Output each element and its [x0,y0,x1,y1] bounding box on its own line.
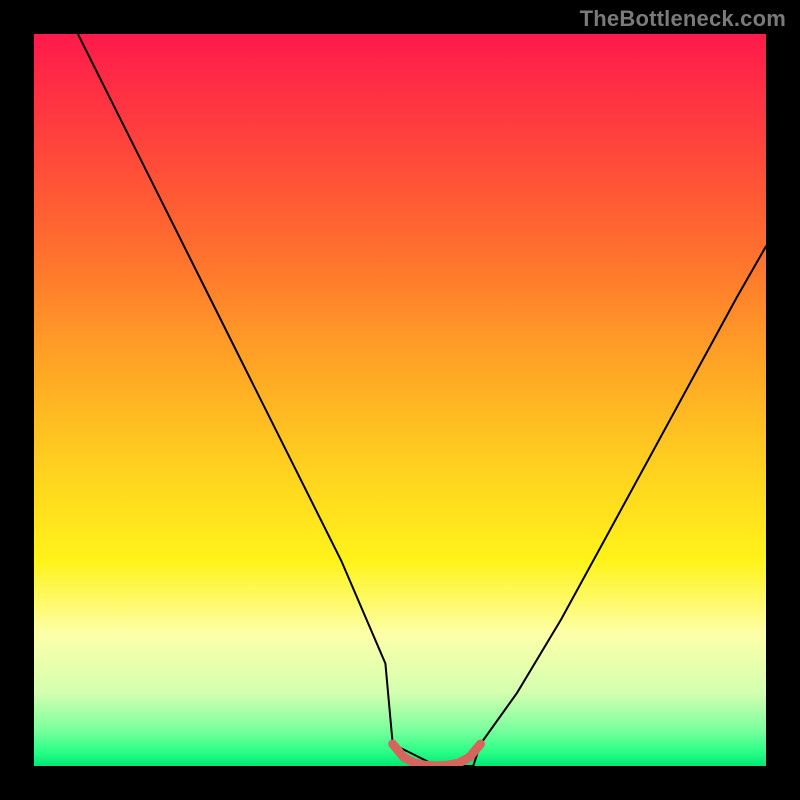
plot-area [34,34,766,766]
bottleneck-curve [78,34,766,766]
chart-frame: TheBottleneck.com [0,0,800,800]
chart-svg [34,34,766,766]
watermark-text: TheBottleneck.com [580,6,786,32]
optimal-band [393,744,481,766]
